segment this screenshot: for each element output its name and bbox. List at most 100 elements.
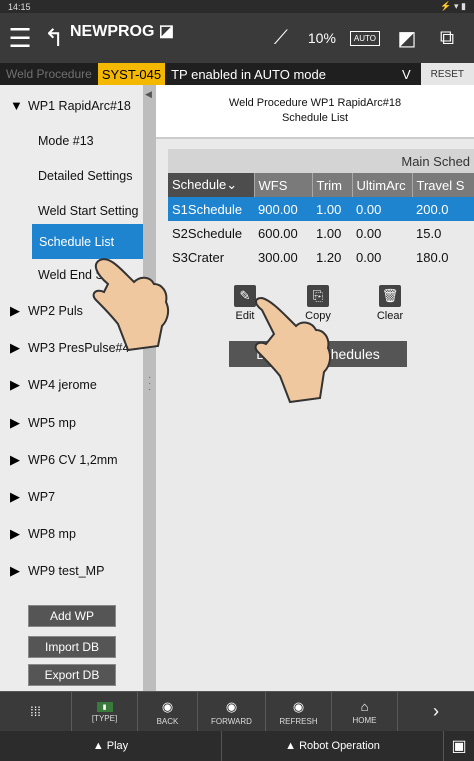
column-label: Schedule — [172, 177, 227, 192]
tree-item-wp1[interactable]: ▼ WP1 RapidArc#18 — [0, 88, 143, 123]
panel-title: Weld Procedure WP1 RapidArc#18 — [228, 97, 402, 109]
group-header-empty — [168, 149, 254, 173]
edit-clipboard-icon: ✎ — [234, 285, 256, 307]
add-wp-button[interactable]: Add WP — [28, 605, 116, 627]
home-icon: ⌂ — [360, 699, 369, 714]
column-header-ultimarc[interactable]: UltimArc — [352, 173, 413, 197]
cell-trim: 1.00 — [312, 197, 352, 221]
tree-item-label: WP1 RapidArc#18 — [28, 98, 131, 113]
column-header-schedule[interactable]: Schedule⌄ — [168, 173, 255, 197]
tree-item-wp7[interactable]: ▶ WP7 — [0, 479, 143, 514]
window-layout-icon[interactable]: ⧉ — [434, 25, 460, 51]
weld-procedure-label: Weld Procedure — [6, 67, 92, 81]
schedules-button[interactable]: D Schedules — [229, 341, 407, 367]
table-group-header: Main Sched — [168, 149, 474, 173]
main-sched-header: Main Sched — [254, 149, 474, 173]
tree-item-label: Detailed Settings — [38, 168, 133, 183]
collapsed-triangle-icon: ▶ — [10, 302, 20, 318]
tree-item-label: Schedule List — [39, 234, 115, 249]
back-label: BACK — [156, 716, 179, 726]
menu-icon[interactable]: ☰ — [0, 13, 40, 63]
tree-item-weld-start-setting[interactable]: Weld Start Setting — [0, 193, 143, 228]
weld-procedure-tree: ▼ WP1 RapidArc#18 Mode #13 Detailed Setti… — [0, 85, 143, 691]
alarm-code[interactable]: SYST-045 — [97, 63, 166, 85]
schedule-actions: ✎ Edit ⎘ Copy 🗑 Clear — [156, 285, 474, 335]
cell-travel-speed: 200.0 — [412, 197, 474, 221]
back-icon: ◉ — [161, 698, 174, 714]
schedule-table: Main Sched Schedule⌄ WFS Trim UltimArc T… — [168, 149, 474, 269]
export-db-button[interactable]: Export DB — [28, 664, 116, 686]
table-row[interactable]: S3Crater 300.00 1.20 0.00 180.0 — [168, 245, 474, 269]
tree-item-label: Mode #13 — [38, 133, 94, 148]
type-button[interactable]: ▮ [TYPE] — [72, 692, 138, 732]
table-row[interactable]: S1Schedule 900.00 1.00 0.00 200.0 — [168, 197, 474, 221]
forward-icon: ◉ — [225, 698, 238, 714]
robot-status-icon[interactable]: ◩ — [394, 25, 420, 51]
tree-item-wp8[interactable]: ▶ WP8 mp — [0, 516, 143, 551]
robot-speed-icon[interactable]: ⟋ — [268, 25, 294, 51]
program-name[interactable]: NEWPROG ◪ — [70, 21, 174, 41]
clock: 14:15 — [8, 1, 31, 12]
tree-item-detailed-settings[interactable]: Detailed Settings — [0, 158, 143, 193]
type-label: [TYPE] — [91, 713, 118, 723]
column-header-travel-speed[interactable]: Travel S — [412, 173, 474, 197]
android-status-bar: 14:15 ⚡ ▾ ▮ — [0, 0, 474, 13]
edit-button[interactable]: ✎ Edit — [220, 285, 270, 322]
home-button[interactable]: ⌂ HOME — [332, 692, 398, 732]
import-db-button[interactable]: Import DB — [28, 636, 116, 658]
table-column-header: Schedule⌄ WFS Trim UltimArc Travel S — [168, 173, 474, 197]
alarm-message[interactable]: TP enabled in AUTO mode — [165, 67, 402, 82]
cell-wfs: 300.00 — [254, 245, 312, 269]
speed-override[interactable]: 10% — [308, 30, 336, 46]
tree-item-schedule-list[interactable]: Schedule List — [32, 224, 143, 259]
tree-item-weld-end-setting[interactable]: Weld End Se — [0, 257, 143, 292]
tree-item-label: WP4 jerome — [28, 377, 97, 392]
tree-item-wp3[interactable]: ▶ WP3 PresPulse#4 — [0, 330, 143, 365]
alarm-bar: Weld Procedure SYST-045 TP enabled in AU… — [0, 63, 474, 85]
tree-item-wp9[interactable]: ▶ WP9 test_MP — [0, 553, 143, 588]
column-header-wfs[interactable]: WFS — [254, 173, 313, 197]
chevron-right-icon: › — [433, 700, 439, 721]
schedule-list-panel: Weld Procedure WP1 RapidArc#18 Schedule … — [156, 85, 474, 691]
panel-header: Weld Procedure WP1 RapidArc#18 Schedule … — [156, 85, 474, 139]
tree-item-label: WP9 test_MP — [28, 563, 105, 578]
play-menu[interactable]: ▲ Play — [0, 731, 222, 761]
back-button[interactable]: ◉ BACK — [138, 692, 198, 732]
keypad-grid-icon: ⁞⁞⁞ — [30, 703, 41, 719]
splitter-grip-icon[interactable]: · · · — [148, 373, 151, 395]
schedules-button-prefix: D — [256, 346, 267, 362]
program-label: NEWPROG — [70, 23, 155, 40]
keypad-button[interactable]: ⁞⁞⁞ — [0, 692, 72, 732]
column-header-trim[interactable]: Trim — [312, 173, 353, 197]
expand-alarm-icon[interactable]: V — [402, 67, 421, 82]
collapse-arrow-icon[interactable]: ◀ — [145, 89, 152, 100]
forward-button[interactable]: ◉ FORWARD — [198, 692, 266, 732]
collapsed-triangle-icon: ▶ — [10, 451, 20, 467]
refresh-button[interactable]: ◉ REFRESH — [266, 692, 332, 732]
expanded-triangle-icon: ▼ — [10, 98, 23, 113]
cell-travel-speed: 180.0 — [412, 245, 474, 269]
clear-button[interactable]: 🗑 Clear — [365, 285, 415, 322]
tree-item-label: WP7 — [28, 489, 56, 504]
robot-operation-menu[interactable]: ▲ Robot Operation — [222, 731, 444, 761]
tree-item-label: WP2 Puls — [28, 303, 83, 318]
save-icon[interactable]: ▣ — [444, 731, 474, 761]
tree-item-mode[interactable]: Mode #13 — [0, 123, 143, 158]
panel-subtitle: Schedule List — [281, 112, 349, 124]
back-arrow-icon[interactable]: ↰ — [40, 13, 68, 63]
refresh-icon: ◉ — [292, 698, 305, 714]
next-page-button[interactable]: › — [398, 692, 474, 732]
top-bar: ☰ ↰ NEWPROG ◪ ⟋ 10% AUTO ◩ ⧉ — [0, 13, 474, 63]
tree-item-wp5[interactable]: ▶ WP5 mp — [0, 405, 143, 440]
cell-schedule: S1Schedule — [168, 197, 254, 221]
table-row[interactable]: S2Schedule 600.00 1.00 0.00 15.0 — [168, 221, 474, 245]
sidebar-splitter[interactable]: ◀ · · · — [143, 85, 156, 691]
reset-button[interactable]: RESET — [420, 63, 474, 85]
tree-item-wp6[interactable]: ▶ WP6 CV 1,2mm — [0, 442, 143, 477]
copy-icon: ⎘ — [307, 285, 329, 307]
tree-item-wp2[interactable]: ▶ WP2 Puls — [0, 293, 143, 328]
footer-bar: ▲ Play ▲ Robot Operation ▣ — [0, 731, 474, 761]
tree-item-wp4[interactable]: ▶ WP4 jerome — [0, 367, 143, 402]
copy-label: Copy — [305, 310, 331, 322]
copy-button[interactable]: ⎘ Copy — [293, 285, 343, 322]
